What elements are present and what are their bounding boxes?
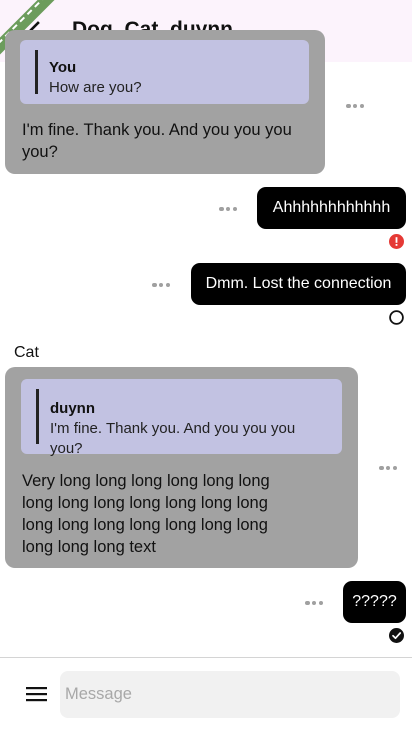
error-icon (389, 234, 404, 249)
more-horizontal-icon (232, 206, 237, 212)
incoming-message-bubble[interactable]: You How are you? I'm fine. Thank you. An… (5, 30, 325, 174)
quote-bar (36, 389, 39, 444)
quote-line: you? (50, 440, 83, 457)
more-horizontal-icon (352, 103, 358, 109)
outgoing-message-bubble[interactable]: Dmm. Lost the connection (191, 263, 406, 305)
quote-bar (35, 50, 38, 94)
more-horizontal-icon (225, 206, 231, 212)
incoming-message-bubble[interactable]: duynn I'm fine. Thank you. And you you y… (5, 367, 358, 568)
more-options-button[interactable] (346, 103, 364, 109)
more-horizontal-icon (359, 103, 364, 109)
more-horizontal-icon (305, 600, 310, 606)
more-horizontal-icon (318, 600, 323, 606)
check-circle-icon (389, 628, 404, 643)
composer-divider (0, 657, 412, 658)
message-input[interactable] (60, 671, 400, 718)
attachment-menu-button[interactable] (24, 684, 48, 704)
more-horizontal-icon (158, 282, 164, 288)
quote-author: duynn (50, 400, 95, 417)
message-line: long long long long long long long (22, 516, 268, 534)
reply-quote[interactable]: You How are you? (20, 40, 309, 104)
sender-name: Cat (14, 344, 39, 361)
message-line: long long long long long long long (22, 494, 268, 512)
more-horizontal-icon (152, 282, 157, 288)
more-options-button[interactable] (379, 465, 397, 471)
quote-author: You (49, 59, 77, 76)
message-text: Very long long long long long long long … (22, 470, 270, 558)
more-horizontal-icon (219, 206, 224, 212)
more-horizontal-icon (379, 465, 384, 471)
outgoing-message-bubble[interactable]: Ahhhhhhhhhhhh (257, 187, 406, 229)
message-line: long long long text (22, 538, 156, 556)
message-line: I'm fine. Thank you. And you you you (22, 121, 292, 139)
more-horizontal-icon (311, 600, 317, 606)
quote-text: How are you? (49, 79, 142, 96)
more-options-button[interactable] (219, 206, 237, 212)
quote-line: I'm fine. Thank you. And you you you (50, 420, 296, 437)
more-options-button[interactable] (152, 282, 170, 288)
more-horizontal-icon (392, 465, 397, 471)
message-line: Very long long long long long long (22, 472, 270, 490)
more-horizontal-icon (346, 103, 351, 109)
hamburger-menu-icon (25, 687, 47, 702)
more-options-button[interactable] (305, 600, 323, 606)
message-text: I'm fine. Thank you. And you you you you… (22, 119, 292, 163)
reply-quote[interactable]: duynn I'm fine. Thank you. And you you y… (21, 379, 342, 457)
more-horizontal-icon (165, 282, 170, 288)
more-horizontal-icon (385, 465, 391, 471)
quote-text: I'm fine. Thank you. And you you you you… (50, 419, 295, 459)
message-line: you? (22, 143, 58, 161)
circle-outline-icon (389, 310, 404, 325)
outgoing-message-bubble[interactable]: ????? (343, 581, 406, 623)
